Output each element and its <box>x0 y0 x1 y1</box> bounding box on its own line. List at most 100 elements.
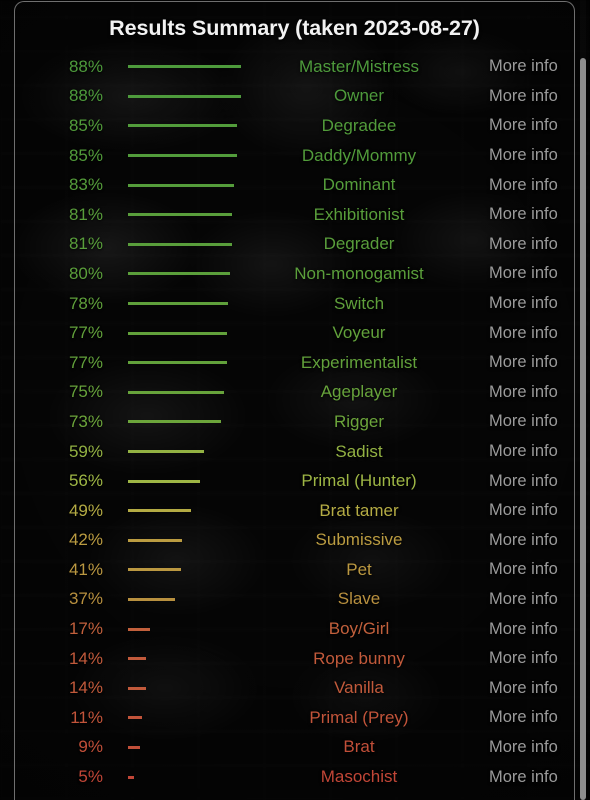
more-info-link[interactable]: More info <box>475 116 574 135</box>
more-info-link[interactable]: More info <box>475 383 574 402</box>
result-row: 78% Switch More info <box>15 289 574 319</box>
more-info-link[interactable]: More info <box>475 235 574 254</box>
result-bar-fill <box>128 479 200 483</box>
page-title: Results Summary (taken 2023-08-27) <box>109 16 480 40</box>
result-bar-track <box>103 331 243 335</box>
more-info-link[interactable]: More info <box>475 649 574 668</box>
result-percent: 11% <box>70 707 103 727</box>
result-bar-track <box>103 154 243 158</box>
result-bar-track <box>103 538 243 542</box>
result-bar-fill <box>128 745 140 749</box>
result-label: Rigger <box>333 411 385 431</box>
result-bar-fill <box>128 597 176 601</box>
more-info-link[interactable]: More info <box>475 442 574 461</box>
result-bar-track <box>103 450 243 454</box>
result-bar-track <box>103 361 243 365</box>
result-bar-track <box>103 390 243 394</box>
result-percent: 9% <box>78 737 103 757</box>
result-bar-fill <box>128 272 231 276</box>
result-bar-fill <box>128 686 146 690</box>
result-row: 17% Boy/Girl More info <box>15 614 574 644</box>
more-info-link[interactable]: More info <box>475 679 574 698</box>
scrollbar-thumb[interactable] <box>580 58 586 800</box>
result-percent: 49% <box>68 500 103 520</box>
more-info-link[interactable]: More info <box>475 768 574 787</box>
result-row: 81% Degrader More info <box>15 230 574 260</box>
result-percent: 80% <box>68 263 103 283</box>
result-bar-fill <box>128 302 228 306</box>
result-bar-fill <box>128 509 191 513</box>
result-percent: 14% <box>68 678 103 698</box>
result-percent: 59% <box>68 441 103 461</box>
result-bar-fill <box>128 775 135 779</box>
result-row: 77% Voyeur More info <box>15 318 574 348</box>
result-percent: 14% <box>68 648 103 668</box>
result-bar-track <box>103 272 243 276</box>
result-bar-track <box>103 302 243 306</box>
result-label: Brat tamer <box>319 500 399 520</box>
result-label: Ageplayer <box>320 382 398 402</box>
result-label: Boy/Girl <box>328 619 390 639</box>
result-row: 37% Slave More info <box>15 585 574 615</box>
result-bar-fill <box>128 627 150 631</box>
result-bar-fill <box>128 420 222 424</box>
result-row: 42% Submissive More info <box>15 526 574 556</box>
more-info-link[interactable]: More info <box>475 472 574 491</box>
result-row: 49% Brat tamer More info <box>15 496 574 526</box>
more-info-link[interactable]: More info <box>475 324 574 343</box>
result-percent: 78% <box>68 293 103 313</box>
result-bar-fill <box>128 361 227 365</box>
more-info-link[interactable]: More info <box>475 57 574 76</box>
more-info-link[interactable]: More info <box>475 294 574 313</box>
result-percent: 73% <box>68 411 103 431</box>
result-percent: 88% <box>68 56 103 76</box>
results-list: 88% Master/Mistress More info 88% Owner More … <box>15 52 574 792</box>
result-row: 83% Dominant More info <box>15 170 574 200</box>
result-label: Dominant <box>322 175 396 195</box>
more-info-link[interactable]: More info <box>475 176 574 195</box>
more-info-link[interactable]: More info <box>475 501 574 520</box>
more-info-link[interactable]: More info <box>475 620 574 639</box>
result-row: 9% Brat More info <box>15 733 574 763</box>
more-info-link[interactable]: More info <box>475 412 574 431</box>
more-info-link[interactable]: More info <box>475 531 574 550</box>
more-info-link[interactable]: More info <box>475 205 574 224</box>
result-bar-fill <box>128 124 237 128</box>
result-row: 85% Daddy/Mommy More info <box>15 141 574 171</box>
result-row: 56% Primal (Hunter) More info <box>15 466 574 496</box>
more-info-link[interactable]: More info <box>475 146 574 165</box>
result-row: 88% Owner More info <box>15 82 574 112</box>
result-row: 80% Non-monogamist More info <box>15 259 574 289</box>
result-row: 14% Vanilla More info <box>15 673 574 703</box>
more-info-link[interactable]: More info <box>475 708 574 727</box>
more-info-link[interactable]: More info <box>475 560 574 579</box>
result-bar-track <box>103 124 243 128</box>
result-row: 5% Masochist More info <box>15 762 574 792</box>
result-label: Voyeur <box>332 323 386 343</box>
more-info-link[interactable]: More info <box>475 590 574 609</box>
result-row: 85% Degradee More info <box>15 111 574 141</box>
result-percent: 37% <box>68 589 103 609</box>
result-bar-fill <box>128 390 224 394</box>
more-info-link[interactable]: More info <box>475 264 574 283</box>
result-label: Primal (Prey) <box>309 707 409 727</box>
result-row: 41% Pet More info <box>15 555 574 585</box>
result-bar-track <box>103 94 243 98</box>
result-percent: 5% <box>78 767 103 787</box>
more-info-link[interactable]: More info <box>475 738 574 757</box>
result-percent: 85% <box>68 145 103 165</box>
result-label: Rope bunny <box>313 648 405 668</box>
more-info-link[interactable]: More info <box>475 87 574 106</box>
result-label: Exhibitionist <box>313 204 405 224</box>
result-bar-track <box>103 627 243 631</box>
result-bar-fill <box>128 94 241 98</box>
more-info-link[interactable]: More info <box>475 353 574 372</box>
result-percent: 83% <box>68 175 103 195</box>
result-label: Masochist <box>320 767 398 787</box>
result-percent: 77% <box>68 323 103 343</box>
result-row: 73% Rigger More info <box>15 407 574 437</box>
result-label: Vanilla <box>334 678 384 698</box>
result-bar-track <box>103 509 243 513</box>
result-bar-track <box>103 775 243 779</box>
result-percent: 41% <box>68 559 103 579</box>
